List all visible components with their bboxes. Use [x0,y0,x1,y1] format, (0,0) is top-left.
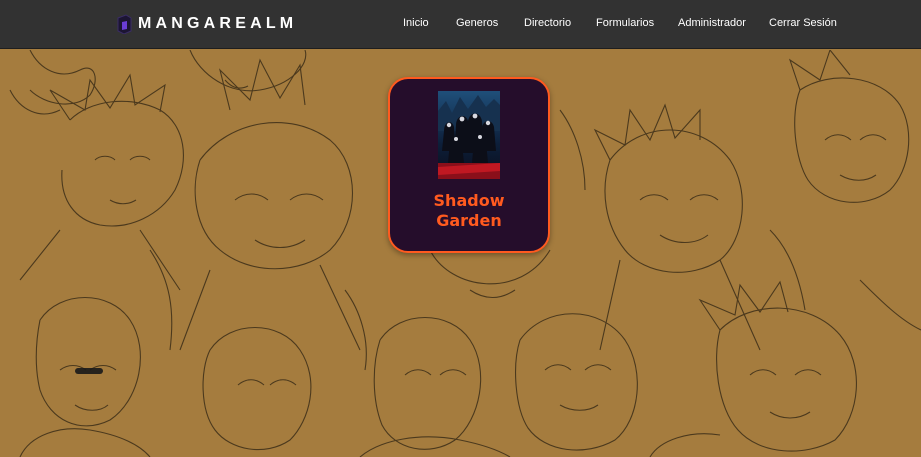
nav-link-administrador[interactable]: Administrador [678,17,746,29]
brand-name: MANGAREALM [138,15,298,32]
manga-cover-image [438,91,500,179]
nav-link-directorio[interactable]: Directorio [524,17,571,29]
manga-card[interactable]: Shadow Garden [388,77,550,253]
top-navbar: MANGAREALM Inicio Generos Directorio For… [0,0,921,49]
manga-title-line-1: Shadow [433,191,505,210]
manga-title: Shadow Garden [390,191,548,231]
brand[interactable]: MANGAREALM [116,13,297,35]
nav-link-formularios[interactable]: Formularios [596,17,654,29]
nav-link-generos[interactable]: Generos [456,17,498,29]
cube-logo-icon [117,14,132,34]
manga-title-line-2: Garden [436,211,502,230]
nav-link-cerrar-sesion[interactable]: Cerrar Sesión [769,17,837,29]
nav-link-inicio[interactable]: Inicio [403,17,429,29]
